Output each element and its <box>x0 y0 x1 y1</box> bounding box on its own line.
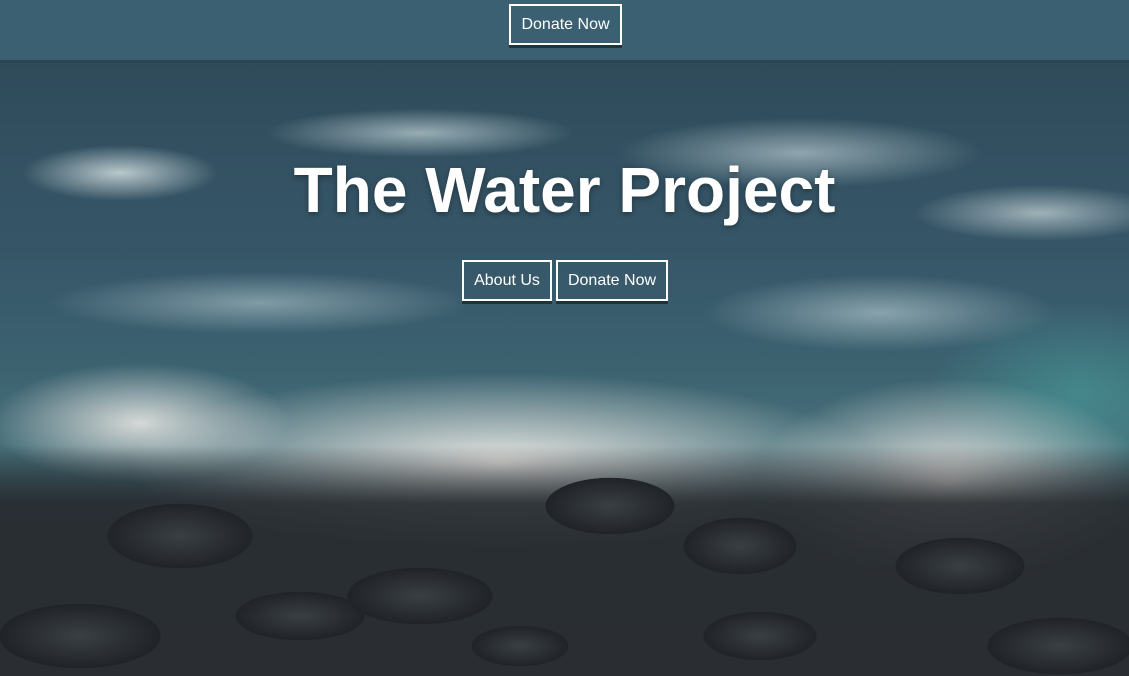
about-us-button[interactable]: About Us <box>462 260 552 301</box>
donate-now-button[interactable]: Donate Now <box>509 4 622 45</box>
hero-title: The Water Project <box>293 154 836 226</box>
hero-section: The Water Project About Us Donate Now <box>0 63 1129 676</box>
top-bar: Donate Now <box>0 0 1129 63</box>
hero-donate-now-button[interactable]: Donate Now <box>556 260 668 301</box>
hero-background-rocks <box>0 446 1129 676</box>
